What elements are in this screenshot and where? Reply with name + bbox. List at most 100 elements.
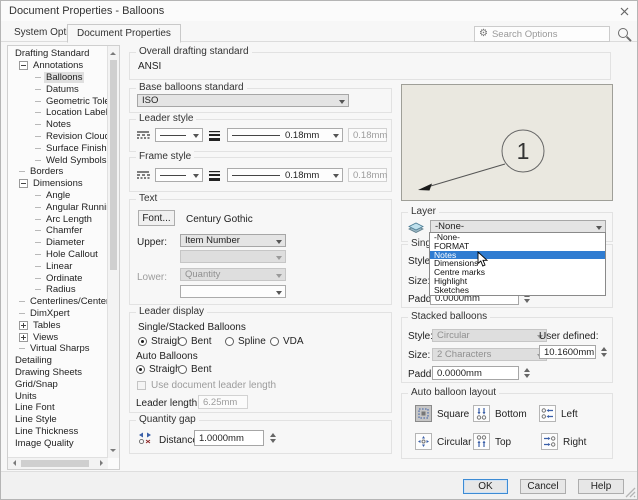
layer-option-none[interactable]: -None- <box>430 233 605 242</box>
tree-vertical-scrollbar[interactable] <box>107 46 119 458</box>
expand-icon[interactable] <box>19 332 28 342</box>
tree-item-image-quality[interactable]: Image Quality <box>9 437 107 449</box>
tree-item-weld-symbols[interactable]: Weld Symbols <box>9 154 107 166</box>
radio-auto-straight[interactable]: Straight <box>136 364 183 375</box>
tree-item-line-style[interactable]: Line Style <box>9 414 107 426</box>
layout-bottom-button[interactable] <box>473 405 490 422</box>
tree-item-units[interactable]: Units <box>9 390 107 402</box>
radio-single-bent[interactable]: Bent <box>178 336 212 347</box>
line-style-icon <box>136 129 150 145</box>
radio-single-spline[interactable]: Spline <box>225 336 266 347</box>
stacked-padding-field[interactable]: 0.0000mm <box>432 366 519 380</box>
tree-item-virtual-sharps[interactable]: Virtual Sharps <box>9 343 107 355</box>
tree-item-balloons[interactable]: Balloons <box>9 71 107 84</box>
layout-square-button[interactable] <box>415 405 432 422</box>
font-button[interactable]: Font... <box>138 210 175 226</box>
spin-up-icon[interactable] <box>600 344 607 351</box>
collapse-icon[interactable] <box>19 179 28 189</box>
spin-up-icon[interactable] <box>523 365 530 372</box>
tree-item-revision-clouds[interactable]: Revision Clouds <box>9 131 107 143</box>
tree-item-arc-length[interactable]: Arc Length <box>9 213 107 225</box>
tree-item-radius[interactable]: Radius <box>9 284 107 296</box>
user-defined-stepper[interactable] <box>598 345 609 359</box>
tree-item-notes[interactable]: Notes <box>9 119 107 131</box>
scroll-left-icon[interactable] <box>10 460 16 466</box>
tab-document-properties[interactable]: Document Properties <box>67 24 181 43</box>
radio-icon <box>270 337 279 346</box>
tree-item-angle[interactable]: Angle <box>9 190 107 202</box>
tree-item-dimensions[interactable]: Dimensions <box>9 178 107 190</box>
tree-item-borders[interactable]: Borders <box>9 166 107 178</box>
base-standard-select[interactable]: ISO <box>137 94 349 107</box>
tree-item-location-label[interactable]: Location Label <box>9 107 107 119</box>
search-icon[interactable] <box>618 28 628 38</box>
layer-option-sketches[interactable]: Sketches <box>430 286 605 295</box>
spin-down-icon[interactable] <box>523 374 530 381</box>
expand-icon[interactable] <box>19 320 28 330</box>
tree-item-label: Weld Symbols <box>46 154 107 166</box>
tree-item-linear[interactable]: Linear <box>9 260 107 272</box>
layout-circular-button[interactable] <box>415 433 432 450</box>
frame-style-group: Frame style 0.18mm 0.18mm <box>129 151 392 192</box>
tree-item-drawing-sheets[interactable]: Drawing Sheets <box>9 367 107 379</box>
tree-item-chamfer[interactable]: Chamfer <box>9 225 107 237</box>
horizontal-scroll-thumb[interactable] <box>21 460 89 467</box>
layer-option-format[interactable]: FORMAT <box>430 242 605 251</box>
tree-item-label: Surface Finishes <box>46 142 107 154</box>
tree-connector <box>35 289 41 291</box>
tree-item-detailing[interactable]: Detailing <box>9 355 107 367</box>
radio-auto-bent[interactable]: Bent <box>178 364 212 375</box>
tree-item-views[interactable]: Views <box>9 331 107 343</box>
scroll-up-icon[interactable] <box>110 49 116 55</box>
layer-option-centre-marks[interactable]: Centre marks <box>430 268 605 277</box>
leader-line-style-select[interactable] <box>155 128 203 142</box>
tree-item-line-font[interactable]: Line Font <box>9 402 107 414</box>
spin-down-icon[interactable] <box>523 299 530 306</box>
frame-thickness-select[interactable]: 0.18mm <box>227 168 343 182</box>
scroll-right-icon[interactable] <box>100 460 106 466</box>
tree-item-grid-snap[interactable]: Grid/Snap <box>9 378 107 390</box>
layout-top-button[interactable] <box>473 433 490 450</box>
layout-right-button[interactable] <box>541 433 558 450</box>
spin-up-icon[interactable] <box>269 430 276 437</box>
user-defined-field[interactable]: 10.1600mm <box>539 345 596 359</box>
tree-item-annotations[interactable]: Annotations <box>9 60 107 72</box>
collapse-icon[interactable] <box>19 61 28 71</box>
distance-stepper[interactable] <box>267 430 278 446</box>
tree-item-datums[interactable]: Datums <box>9 83 107 95</box>
tree-item-surface-finishes[interactable]: Surface Finishes <box>9 142 107 154</box>
close-icon[interactable] <box>617 4 631 18</box>
ok-button[interactable]: OK <box>463 479 508 494</box>
upper-select[interactable]: Item Number <box>180 234 286 247</box>
lower-secondary-select[interactable] <box>180 285 286 298</box>
layer-option-notes[interactable]: Notes <box>430 250 605 260</box>
scroll-down-icon[interactable] <box>110 449 116 455</box>
layer-option-highlight[interactable]: Highlight <box>430 277 605 286</box>
stacked-padding-stepper[interactable] <box>521 366 532 380</box>
leader-thickness-select[interactable]: 0.18mm <box>227 128 343 142</box>
search-input[interactable]: ⚙ Search Options <box>474 26 610 42</box>
tree-item-line-thickness[interactable]: Line Thickness <box>9 426 107 438</box>
spin-down-icon[interactable] <box>600 353 607 360</box>
tree-item-geometric-tolerance[interactable]: Geometric Tolerance <box>9 95 107 107</box>
tree-item-dimxpert[interactable]: DimXpert <box>9 308 107 320</box>
help-button[interactable]: Help <box>578 479 624 494</box>
radio-label: Bent <box>191 364 212 375</box>
tree-item-centerlines-center-mark[interactable]: Centerlines/Center Mark <box>9 296 107 308</box>
tree-item-drafting-standard[interactable]: Drafting Standard <box>9 48 107 60</box>
vertical-scroll-thumb[interactable] <box>110 60 117 270</box>
tree-item-tables[interactable]: Tables <box>9 319 107 331</box>
layer-option-dimensions[interactable]: Dimensions <box>430 259 605 268</box>
radio-single-vda[interactable]: VDA <box>270 336 304 347</box>
tree-horizontal-scrollbar[interactable] <box>8 457 108 469</box>
spin-down-icon[interactable] <box>269 439 276 446</box>
tree-item-ordinate[interactable]: Ordinate <box>9 272 107 284</box>
cancel-button[interactable]: Cancel <box>520 479 566 494</box>
tree-item-diameter[interactable]: Diameter <box>9 237 107 249</box>
distance-field[interactable]: 1.0000mm <box>194 430 264 446</box>
tree-item-angular-running[interactable]: Angular Running <box>9 201 107 213</box>
tree-item-hole-callout[interactable]: Hole Callout <box>9 249 107 261</box>
layout-left-button[interactable] <box>539 405 556 422</box>
resize-grip[interactable] <box>624 486 636 499</box>
frame-line-style-select[interactable] <box>155 168 203 182</box>
